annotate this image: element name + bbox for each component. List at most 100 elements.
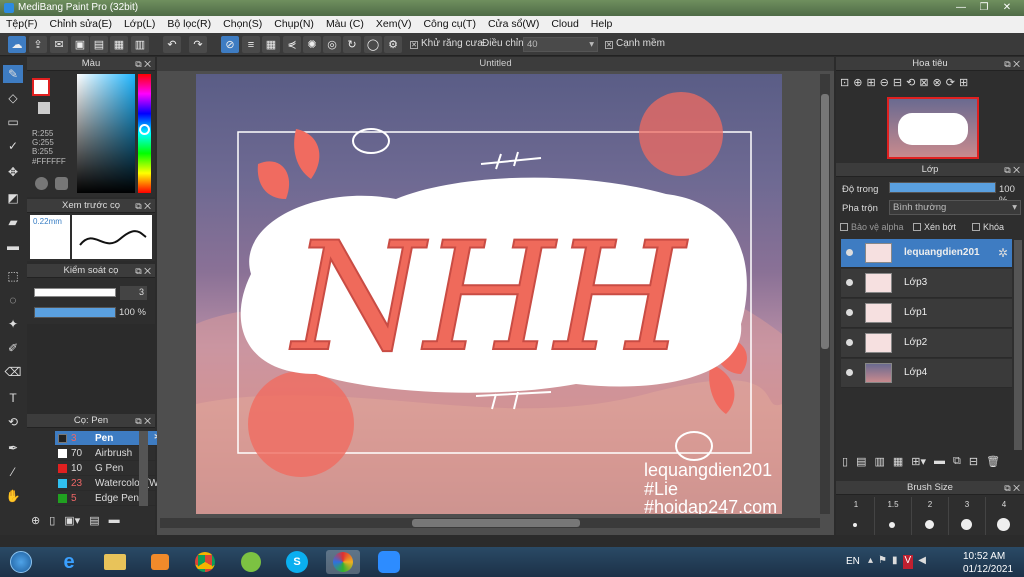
radial-snap-icon[interactable]: ✺ <box>303 36 321 53</box>
layer-row[interactable]: Lớp3 <box>841 269 1012 298</box>
select-tool-icon[interactable]: ⬚ <box>3 267 23 285</box>
zoom-out-icon[interactable]: ⊖ <box>880 76 889 94</box>
parallel-snap-icon[interactable]: ≡ <box>242 36 260 53</box>
volume-icon[interactable]: ◀ <box>918 555 926 569</box>
antialias-checkbox[interactable]: ✕ Khử răng cưa <box>410 38 483 49</box>
brush-item-pen[interactable]: 3Pen✲ <box>55 431 165 446</box>
brush-opacity-slider[interactable] <box>34 307 116 318</box>
brush-size-preset[interactable]: 4 <box>986 497 1022 535</box>
tray-arrow-icon[interactable]: ▴ <box>868 555 873 569</box>
folder-icon[interactable]: ▬ <box>934 455 945 471</box>
layer-row[interactable]: Lớp1 <box>841 299 1012 328</box>
layer-row[interactable]: Lớp2 <box>841 329 1012 358</box>
pen-tool-icon[interactable]: ⁄ <box>3 463 23 481</box>
menu-edit[interactable]: Chỉnh sửa(E) <box>44 16 118 30</box>
grid-icon[interactable]: ▦ <box>110 36 128 53</box>
rotate-left-icon[interactable]: ⟲ <box>906 76 915 94</box>
brush-size-preset[interactable]: 2 <box>912 497 949 535</box>
brush-list-scrollbar[interactable] <box>139 431 148 506</box>
gear-icon[interactable]: ✲ <box>998 246 1008 260</box>
maximize-icon[interactable]: ❐ <box>973 1 995 14</box>
brush-size-preset[interactable]: 1.5 <box>875 497 912 535</box>
menu-filter[interactable]: Bộ lọc(R) <box>161 16 217 30</box>
zoom-app-icon[interactable] <box>372 550 406 574</box>
new-layer-icon[interactable]: ▯ <box>842 455 848 471</box>
flip-icon[interactable]: ⊗ <box>933 76 942 94</box>
select-pen-icon[interactable]: ✐ <box>3 339 23 357</box>
blend-mode-dropdown[interactable]: Bình thường ▾ <box>889 200 1021 215</box>
share-icon[interactable]: ⇪ <box>29 36 47 53</box>
clock-time[interactable]: 10:52 AM <box>963 551 1005 562</box>
dot-tool-icon[interactable]: ✓ <box>3 137 23 155</box>
menu-window[interactable]: Cửa sổ(W) <box>482 16 545 30</box>
brush-menu-icon[interactable]: ▣▾ <box>64 514 80 530</box>
media-player-icon[interactable] <box>143 550 177 574</box>
layer-list-scrollbar[interactable] <box>1014 240 1022 450</box>
brush-settings-icon[interactable]: ▤ <box>89 514 99 530</box>
move-tool-icon[interactable]: ✥ <box>3 163 23 181</box>
eye-icon[interactable] <box>846 249 853 256</box>
zoom-icon[interactable]: ⊡ <box>840 76 849 94</box>
grid-snap-icon[interactable]: ▦ <box>262 36 280 53</box>
text-tool-icon[interactable]: T <box>3 389 23 407</box>
app-icon[interactable] <box>234 550 268 574</box>
cloud-icon[interactable]: ☁ <box>8 36 26 53</box>
eye-icon[interactable] <box>846 339 853 346</box>
menu-snap[interactable]: Chụp(N) <box>268 16 320 30</box>
brush-size-value[interactable]: 3 <box>120 286 147 300</box>
clock-date[interactable]: 01/12/2021 <box>963 564 1013 575</box>
rotate-right-icon[interactable]: ⟳ <box>946 76 955 94</box>
close-icon[interactable]: ⧉ ✕ <box>135 199 151 213</box>
view-icon[interactable]: ▥ <box>131 36 149 53</box>
new-halftone-layer-icon[interactable]: ▤ <box>856 455 866 471</box>
snap-off-icon[interactable]: ⊘ <box>221 36 239 53</box>
rectangle-tool-icon[interactable]: ▭ <box>3 113 23 131</box>
layer-row[interactable]: Lớp4 <box>841 359 1012 388</box>
close-icon[interactable]: ⧉ ✕ <box>135 57 151 71</box>
lasso-tool-icon[interactable]: ◌ <box>3 291 23 309</box>
unikey-icon[interactable]: V <box>902 555 914 569</box>
eraser-tool-icon[interactable]: ◇ <box>3 89 23 107</box>
layer-opacity-slider[interactable] <box>889 182 996 193</box>
brush-item-edge-pen[interactable]: 5 Edge Pen <box>55 491 165 506</box>
hand-tool-icon[interactable]: ✋ <box>3 487 23 505</box>
brush-size-preset[interactable]: 1 <box>838 497 875 535</box>
menu-select[interactable]: Chọn(S) <box>217 16 268 30</box>
gradient-tool-icon[interactable]: ▬ <box>3 237 23 255</box>
chrome-icon[interactable] <box>188 550 222 574</box>
brush-tool-icon[interactable]: ✎ <box>3 65 23 83</box>
save-icon[interactable]: ▣ <box>71 36 89 53</box>
curve-snap-icon[interactable]: ↻ <box>343 36 361 53</box>
actual-size-icon[interactable]: ⊟ <box>893 76 902 94</box>
document-icon[interactable]: ▤ <box>90 36 108 53</box>
undo-icon[interactable]: ↶ <box>163 36 181 53</box>
fullscreen-icon[interactable]: ⊞ <box>959 76 968 94</box>
swatch-icon[interactable] <box>55 177 68 190</box>
medibang-taskbar-icon[interactable] <box>326 550 360 574</box>
perspective-snap-icon[interactable]: ⋞ <box>283 36 301 53</box>
menu-help[interactable]: Help <box>585 16 619 30</box>
layer-row[interactable]: lequangdien201 ✲ <box>841 239 1012 268</box>
brush-item-watercolor[interactable]: 23 Watercolor (Wet <box>55 476 167 491</box>
flag-icon[interactable]: ⚑ <box>878 555 887 569</box>
ellipse-snap-icon[interactable]: ◯ <box>364 36 382 53</box>
menu-file[interactable]: Tệp(F) <box>0 16 44 30</box>
palette-icon[interactable] <box>35 177 48 190</box>
brush-size-slider[interactable] <box>34 288 116 297</box>
navigator-thumbnail[interactable] <box>887 97 979 159</box>
settings-icon[interactable]: ⚙ <box>384 36 402 53</box>
menu-color[interactable]: Màu (C) <box>320 16 370 30</box>
saturation-value-picker[interactable] <box>77 74 135 193</box>
start-icon[interactable] <box>4 550 38 574</box>
close-icon[interactable]: ⧉ ✕ <box>1004 163 1020 177</box>
foreground-color-swatch[interactable] <box>32 78 50 96</box>
close-icon[interactable]: ⧉ ✕ <box>135 414 151 428</box>
network-icon[interactable]: ▮ <box>892 555 898 569</box>
merge-layer-icon[interactable]: ⊟ <box>969 455 978 471</box>
artwork-canvas[interactable]: NHH lequangdien201 #Lie #hoidap247.com <box>196 74 782 514</box>
close-icon[interactable]: ⧉ ✕ <box>1004 57 1020 71</box>
folder-icon[interactable]: ▬ <box>109 514 120 530</box>
fit-icon[interactable]: ⊞ <box>866 76 875 94</box>
close-icon[interactable]: ✕ <box>996 1 1018 14</box>
eyedropper-tool-icon[interactable]: ✒ <box>3 439 23 457</box>
